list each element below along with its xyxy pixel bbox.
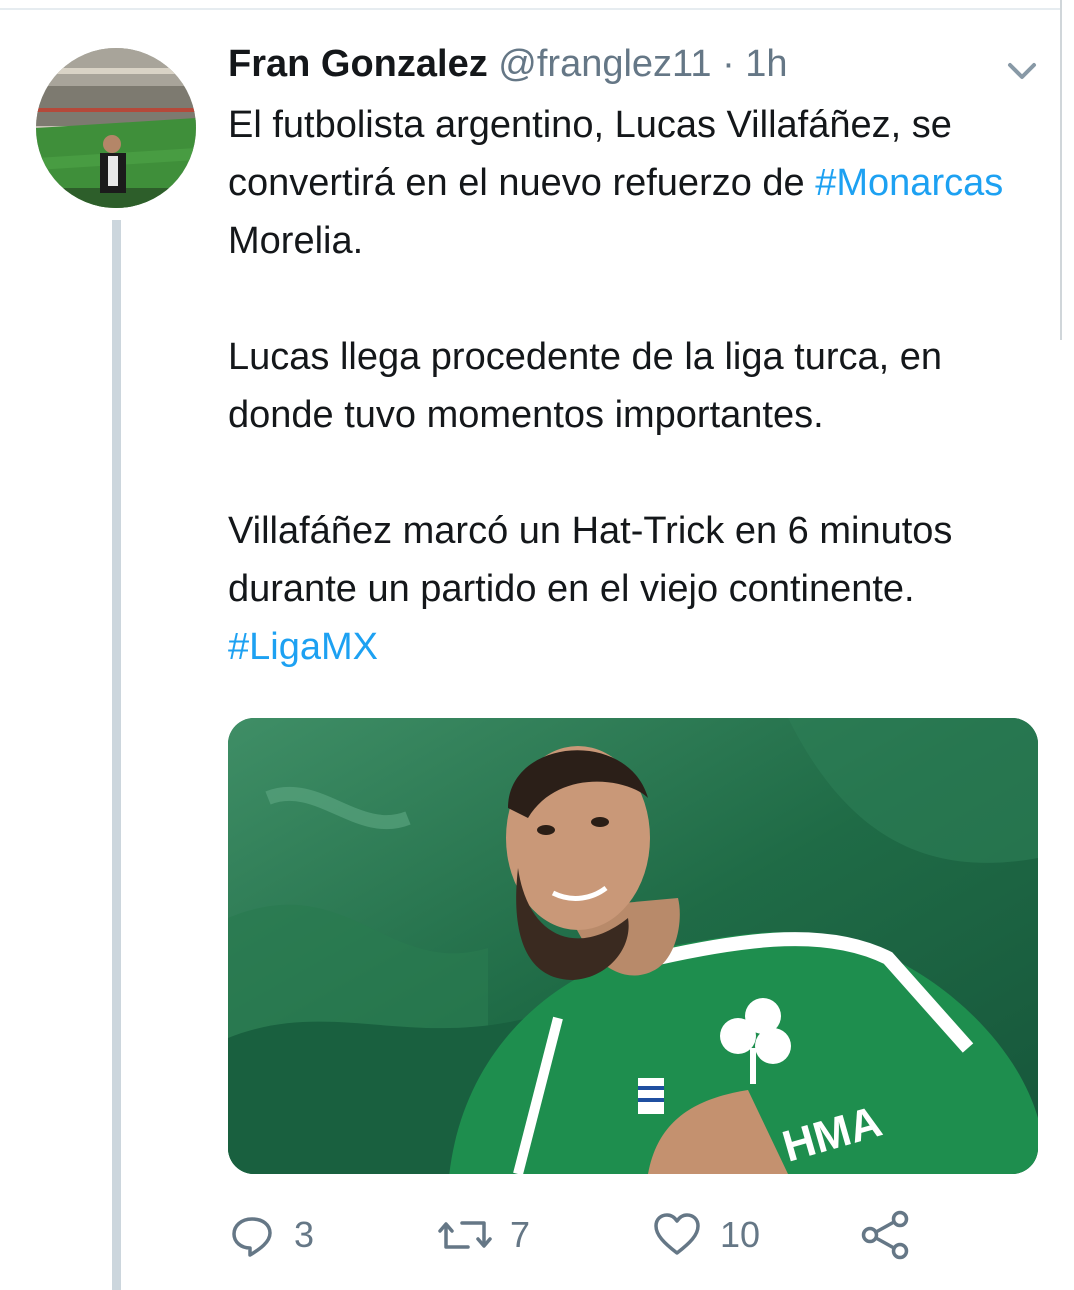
share-icon [861,1210,909,1260]
chevron-down-icon[interactable] [1000,48,1044,92]
like-button[interactable]: 10 [652,1200,760,1270]
retweet-button[interactable]: 7 [438,1200,530,1270]
heart-icon [654,1213,700,1255]
timestamp[interactable]: 1h [745,43,787,85]
tweet-text-part: Morelia. Lucas llega procedente de la li… [228,220,953,610]
tweet-text: El futbolista argentino, Lucas Villafáñe… [228,96,1028,676]
reply-icon [232,1217,272,1257]
avatar-image [36,48,196,208]
tweet-header: Fran Gonzalez @franglez11 · 1h [228,38,994,98]
like-count: 10 [720,1214,761,1255]
share-button[interactable] [860,1200,912,1270]
top-divider [0,0,1060,10]
reply-button[interactable]: 3 [228,1200,314,1270]
panel-edge [1060,0,1074,340]
tweet-actions: 3 7 10 [228,1200,1028,1270]
author-handle[interactable]: @franglez11 [498,43,711,85]
reply-count: 3 [294,1214,315,1255]
avatar[interactable] [36,48,196,208]
hashtag-ligamx[interactable]: #LigaMX [228,626,378,668]
retweet-count: 7 [510,1214,531,1255]
tweet-image[interactable]: HMA [228,718,1038,1174]
author-name[interactable]: Fran Gonzalez [228,43,488,85]
retweet-icon [438,1221,492,1249]
hashtag-monarcas[interactable]: #Monarcas [815,162,1003,204]
player-photo: HMA [228,718,1038,1174]
separator-dot: · [722,43,735,85]
thread-line [112,220,121,1290]
